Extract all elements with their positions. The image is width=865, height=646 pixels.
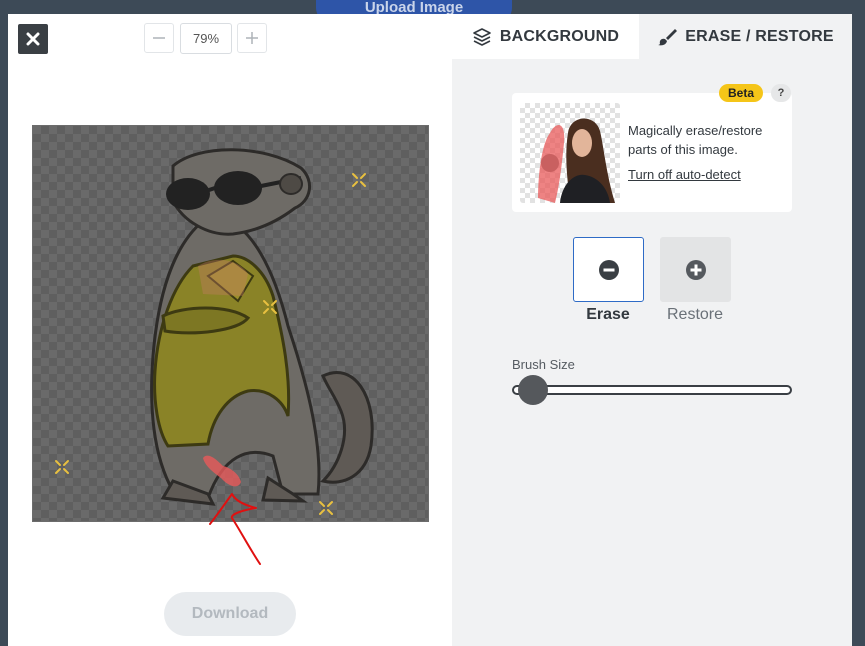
restore-mode-button[interactable] [660, 237, 731, 302]
brush-size-label: Brush Size [512, 357, 575, 372]
beta-badge: Beta [719, 84, 763, 102]
turn-off-auto-detect-link[interactable]: Turn off auto-detect [628, 167, 741, 182]
erase-mode-label: Erase [586, 306, 630, 323]
auto-detect-description: Magically erase/restore parts of this im… [628, 123, 763, 157]
download-button[interactable]: Download [164, 592, 296, 636]
woman-photo-image [538, 118, 615, 203]
erase-mode-button[interactable] [573, 237, 644, 302]
zoom-in-button[interactable] [237, 23, 267, 53]
brush-icon [658, 28, 678, 45]
meerkat-image [55, 148, 374, 515]
brush-size-slider[interactable] [512, 385, 792, 395]
tab-erase-restore[interactable]: ERASE / RESTORE [639, 14, 852, 59]
close-button[interactable] [18, 24, 48, 54]
tab-background[interactable]: BACKGROUND [452, 14, 639, 59]
brush-size-slider-thumb[interactable] [518, 375, 548, 405]
example-thumbnail [520, 103, 620, 203]
layers-icon [473, 27, 491, 46]
close-icon [26, 32, 40, 46]
auto-detect-card: Magically erase/restore parts of this im… [512, 93, 792, 212]
zoom-level-input[interactable]: 79% [180, 23, 232, 54]
plus-icon [246, 32, 258, 44]
red-arrow-annotation [209, 493, 261, 565]
tab-background-label: BACKGROUND [499, 27, 620, 45]
image-canvas[interactable] [32, 125, 429, 522]
help-button[interactable]: ? [771, 84, 791, 102]
zoom-out-button[interactable] [144, 23, 174, 53]
minus-icon [153, 37, 165, 39]
tab-erase-restore-label: ERASE / RESTORE [685, 27, 834, 45]
plus-circle-icon [685, 259, 706, 280]
minus-circle-icon [598, 259, 619, 280]
restore-mode-label: Restore [666, 306, 724, 323]
